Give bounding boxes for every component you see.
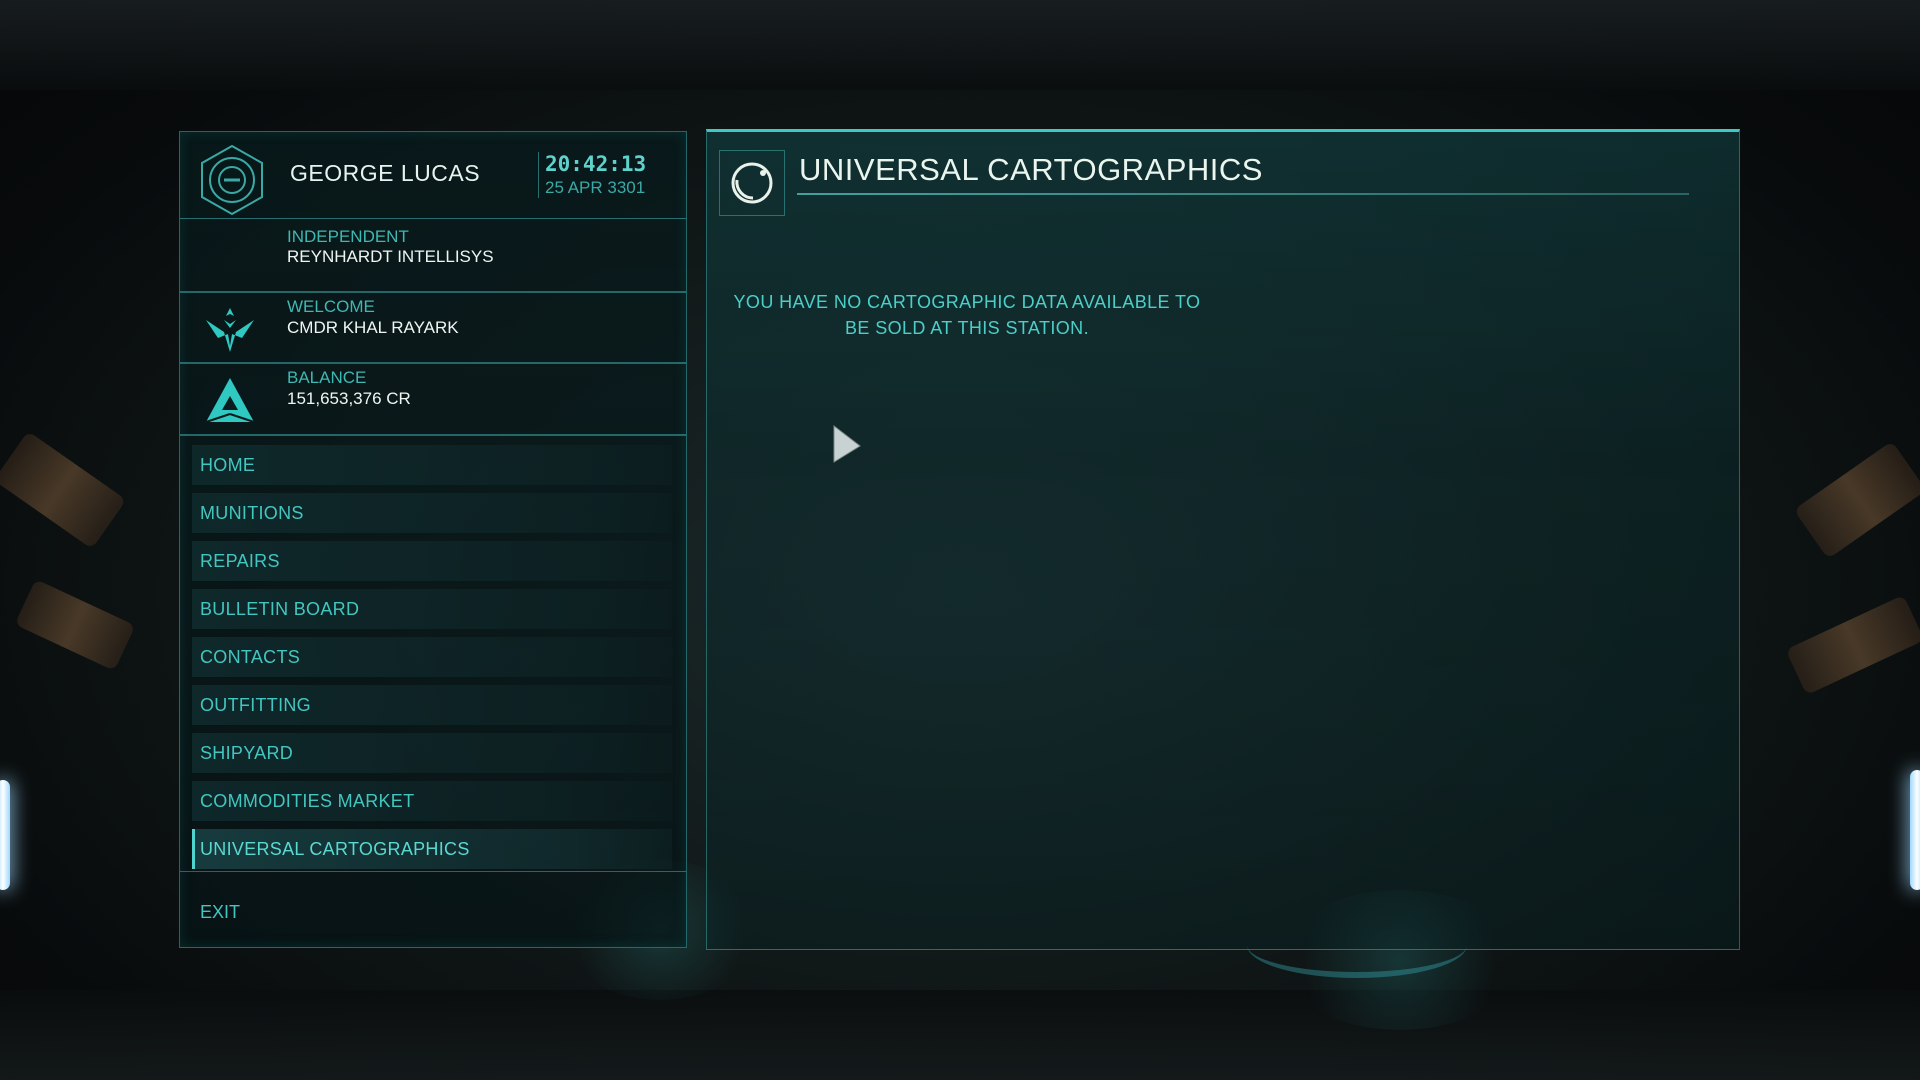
- wing-emblem-icon: [206, 308, 254, 352]
- panel-title: UNIVERSAL CARTOGRAPHICS: [799, 152, 1263, 187]
- menu-item-bulletin-board[interactable]: BULLETIN BOARD: [192, 589, 672, 629]
- allegiance-label: INDEPENDENT: [287, 227, 409, 246]
- welcome-label: WELCOME: [287, 297, 375, 316]
- title-underline: [797, 193, 1689, 195]
- menu-item-repairs[interactable]: REPAIRS: [192, 541, 672, 581]
- game-clock: 20:42:13: [545, 152, 647, 176]
- cartographics-panel: UNIVERSAL CARTOGRAPHICS YOU HAVE NO CART…: [706, 129, 1740, 978]
- balance-info: BALANCE 151,653,376 CR: [180, 364, 686, 436]
- menu-item-universal-cartographics[interactable]: UNIVERSAL CARTOGRAPHICS: [192, 829, 672, 869]
- message-line-2: BE SOLD AT THIS STATION.: [845, 318, 1089, 338]
- commander-name: GEORGE LUCAS: [290, 160, 481, 186]
- menu-item-munitions[interactable]: MUNITIONS: [192, 493, 672, 533]
- menu-item-home[interactable]: HOME: [192, 445, 672, 485]
- pyramid-emblem-icon: [205, 378, 255, 423]
- faction-info: INDEPENDENT REYNHARDT INTELLISYS: [180, 219, 686, 293]
- menu-item-shipyard[interactable]: SHIPYARD: [192, 733, 672, 773]
- welcome-info: WELCOME CMDR KHAL RAYARK: [180, 292, 686, 364]
- pointer-cursor-icon: [832, 424, 862, 469]
- clock-block: 20:42:13 25 APR 3301: [538, 152, 646, 198]
- message-line-1: YOU HAVE NO CARTOGRAPHIC DATA AVAILABLE …: [733, 292, 1201, 312]
- hologram-ring: [1247, 912, 1467, 978]
- welcome-value: CMDR KHAL RAYARK: [287, 318, 459, 337]
- menu-item-contacts[interactable]: CONTACTS: [192, 637, 672, 677]
- station-services-panel: GEORGE LUCAS 20:42:13 25 APR 3301 INDEPE…: [179, 131, 687, 948]
- exit-button[interactable]: EXIT: [200, 902, 240, 923]
- menu-item-commodities-market[interactable]: COMMODITIES MARKET: [192, 781, 672, 821]
- hexagon-emblem-icon: [196, 144, 268, 216]
- menu-divider: [180, 871, 686, 872]
- menu-item-outfitting[interactable]: OUTFITTING: [192, 685, 672, 725]
- planet-orbit-icon: [719, 150, 785, 216]
- commander-header: GEORGE LUCAS 20:42:13 25 APR 3301: [180, 132, 686, 219]
- balance-label: BALANCE: [287, 368, 367, 387]
- game-date: 25 APR 3301: [545, 178, 646, 197]
- services-menu: HOME MUNITIONS REPAIRS BULLETIN BOARD CO…: [192, 445, 672, 877]
- no-data-message: YOU HAVE NO CARTOGRAPHIC DATA AVAILABLE …: [727, 289, 1207, 341]
- allegiance-value: REYNHARDT INTELLISYS: [287, 247, 494, 266]
- balance-value: 151,653,376 CR: [287, 389, 411, 408]
